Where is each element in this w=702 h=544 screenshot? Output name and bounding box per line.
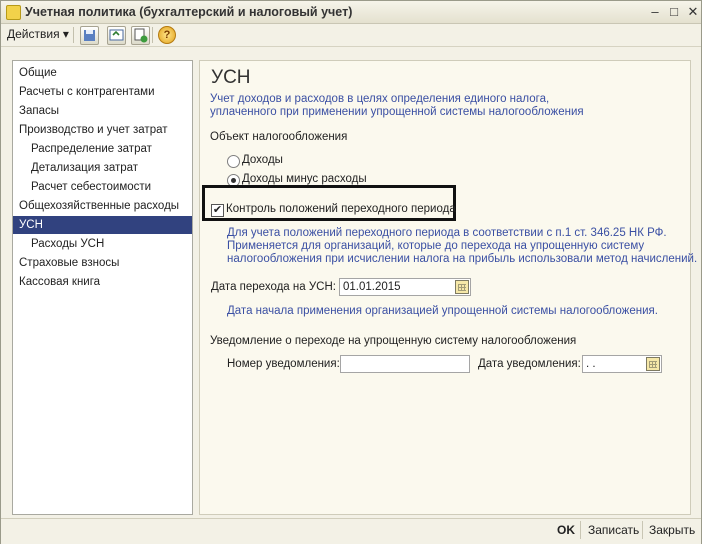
calendar-icon[interactable] <box>455 280 469 294</box>
radio-income-minus-label: Доходы минус расходы <box>242 173 367 185</box>
copy-icon[interactable] <box>131 26 150 45</box>
window-title: Учетная политика (бухгалтерский и налого… <box>25 5 353 19</box>
save-icon[interactable] <box>80 26 99 45</box>
nav-item-contractors[interactable]: Расчеты с контрагентами <box>13 83 192 101</box>
close-button[interactable]: ✕ <box>684 4 702 20</box>
nav-item-costing[interactable]: Расчет себестоимости <box>13 178 192 196</box>
bottom-divider <box>642 521 643 539</box>
transition-note-line-1: Для учета положений переходного периода … <box>227 227 667 239</box>
maximize-button[interactable]: □ <box>665 4 683 20</box>
toolbar-divider <box>152 27 153 43</box>
radio-income[interactable] <box>227 155 240 168</box>
nav-item-cash-book[interactable]: Кассовая книга <box>13 273 192 291</box>
nav-item-general[interactable]: Общие <box>13 64 192 82</box>
ok-button[interactable]: OK <box>557 523 575 537</box>
transition-note-line-3: налогообложения при исчислении налога на… <box>227 253 698 265</box>
copy-icon-glyph <box>134 28 148 43</box>
close-window-button[interactable]: Закрыть <box>649 523 695 537</box>
tax-object-label: Объект налогообложения <box>210 131 348 143</box>
nav-item-overhead[interactable]: Общехозяйственные расходы <box>13 197 192 215</box>
page-title: УСН <box>211 67 251 88</box>
nav-item-cost-allocation[interactable]: Распределение затрат <box>13 140 192 158</box>
chevron-down-icon: ▾ <box>62 27 69 41</box>
nav-item-usn[interactable]: УСН <box>13 216 192 234</box>
nav-item-cost-detail[interactable]: Детализация затрат <box>13 159 192 177</box>
radio-income-label: Доходы <box>242 154 283 166</box>
nav-item-usn-expenses[interactable]: Расходы УСН <box>13 235 192 253</box>
help-icon[interactable]: ? <box>158 26 176 44</box>
transition-checkbox-label: Контроль положений переходного периода <box>226 203 456 215</box>
app-icon <box>6 5 21 20</box>
transition-date-field[interactable]: 01.01.2015 <box>339 278 471 296</box>
refresh-icon-glyph <box>109 29 124 41</box>
save-icon-glyph <box>84 30 95 41</box>
nav-item-insurance[interactable]: Страховые взносы <box>13 254 192 272</box>
notice-date-label: Дата уведомления: <box>478 358 581 370</box>
calendar-icon[interactable] <box>646 357 660 371</box>
refresh-icon[interactable] <box>107 26 126 45</box>
subtitle-line-1: Учет доходов и расходов в целях определе… <box>210 93 550 105</box>
transition-checkbox[interactable]: ✔ <box>211 204 224 217</box>
toolbar: Действия ▾ ? <box>1 24 701 47</box>
title-bar: Учетная политика (бухгалтерский и налого… <box>1 1 701 24</box>
transition-date-label: Дата перехода на УСН: <box>211 281 336 293</box>
notice-number-field[interactable] <box>340 355 470 373</box>
toolbar-divider <box>73 27 74 43</box>
transition-note-line-2: Применяется для организаций, которые до … <box>227 240 645 252</box>
nav-item-production[interactable]: Производство и учет затрат <box>13 121 192 139</box>
policy-window: Учетная политика (бухгалтерский и налого… <box>0 0 702 544</box>
actions-menu[interactable]: Действия ▾ <box>7 27 69 41</box>
settings-nav: Общие Расчеты с контрагентами Запасы Про… <box>12 60 193 515</box>
subtitle-line-2: уплаченного при применении упрощенной си… <box>210 106 584 118</box>
notice-section-label: Уведомление о переходе на упрощенную сис… <box>210 335 577 347</box>
notice-number-label: Номер уведомления: <box>227 358 340 370</box>
nav-item-stocks[interactable]: Запасы <box>13 102 192 120</box>
save-button[interactable]: Записать <box>588 523 639 537</box>
bottom-divider <box>580 521 581 539</box>
minimize-button[interactable]: – <box>646 4 664 20</box>
actions-label: Действия <box>7 27 60 41</box>
transition-date-note: Дата начала применения организацией упро… <box>227 305 658 317</box>
